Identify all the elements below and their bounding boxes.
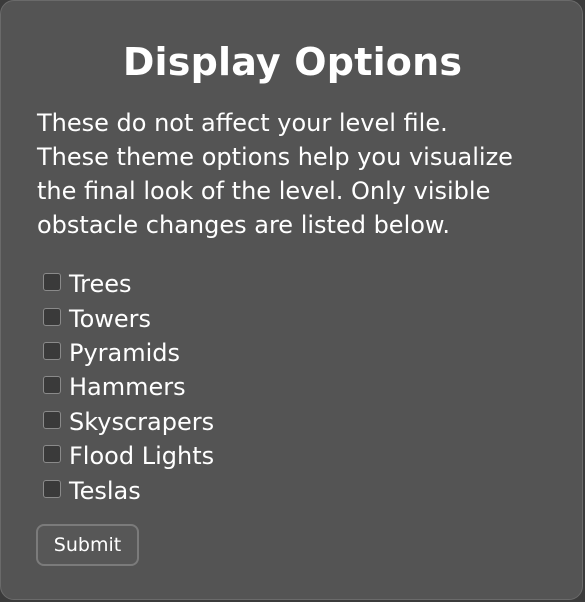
pyramids-checkbox[interactable] xyxy=(43,341,61,360)
theme-options-list: Trees Towers Pyramids Hammers Skyscraper… xyxy=(43,267,214,508)
flood-lights-checkbox[interactable] xyxy=(43,445,61,464)
option-label: Towers xyxy=(69,304,152,333)
option-label: Skyscrapers xyxy=(69,407,215,436)
teslas-checkbox[interactable] xyxy=(43,479,61,498)
description-line: These do not affect your level file. xyxy=(37,109,448,137)
description-line: the final look of the level. Only visibl… xyxy=(37,177,491,205)
submit-button[interactable]: Submit xyxy=(36,524,139,566)
option-hammers[interactable]: Hammers xyxy=(43,370,214,404)
dialog-description: These do not affect your level file. The… xyxy=(37,106,567,242)
dialog-title: Display Options xyxy=(122,40,463,84)
description-line: obstacle changes are listed below. xyxy=(37,211,450,239)
option-label: Flood Lights xyxy=(69,442,215,471)
option-pyramids[interactable]: Pyramids xyxy=(43,336,214,370)
option-flood-lights[interactable]: Flood Lights xyxy=(43,439,214,473)
option-label: Hammers xyxy=(69,373,186,402)
skyscrapers-checkbox[interactable] xyxy=(43,410,61,429)
description-line: These theme options help you visualize xyxy=(37,143,513,171)
option-skyscrapers[interactable]: Skyscrapers xyxy=(43,405,214,439)
trees-checkbox[interactable] xyxy=(43,273,61,292)
towers-checkbox[interactable] xyxy=(43,307,61,326)
option-label: Teslas xyxy=(69,476,141,505)
option-teslas[interactable]: Teslas xyxy=(43,473,214,507)
option-towers[interactable]: Towers xyxy=(43,301,214,335)
hammers-checkbox[interactable] xyxy=(43,376,61,395)
option-label: Pyramids xyxy=(69,338,181,367)
option-label: Trees xyxy=(69,270,132,299)
display-options-dialog: Display Options These do not affect your… xyxy=(0,0,583,600)
option-trees[interactable]: Trees xyxy=(43,267,214,301)
